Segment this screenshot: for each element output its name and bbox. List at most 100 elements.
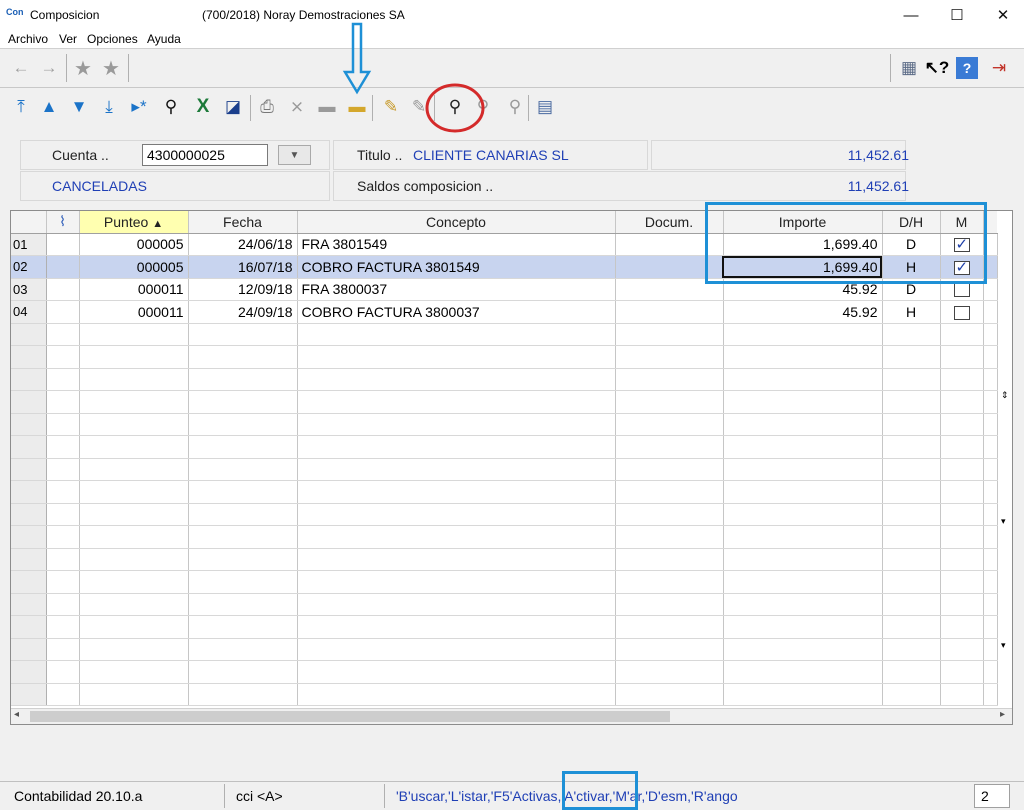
empty-cell xyxy=(188,480,298,504)
scrollbar-thumb[interactable] xyxy=(30,711,670,722)
punteo-cell[interactable]: 000005 xyxy=(79,255,189,279)
punteo-cell[interactable]: 000011 xyxy=(79,300,189,324)
favorites-list-icon[interactable]: ★ xyxy=(98,55,124,81)
titulo-label: Titulo .. xyxy=(357,147,403,163)
attachment-cell[interactable] xyxy=(46,278,80,301)
empty-cell xyxy=(983,323,998,346)
empty-cell xyxy=(940,503,984,526)
concepto-cell[interactable]: COBRO FACTURA 3800037 xyxy=(297,300,616,324)
help-icon[interactable]: ? xyxy=(956,57,978,79)
fecha-cell[interactable]: 16/07/18 xyxy=(188,255,298,279)
dh-cell[interactable]: H xyxy=(882,300,941,324)
empty-cell xyxy=(615,548,724,571)
empty-cell xyxy=(297,660,616,684)
attachment-cell[interactable] xyxy=(46,300,80,324)
previous-record-icon[interactable]: ▲ xyxy=(36,94,62,120)
excel-export-icon[interactable]: X xyxy=(190,94,216,120)
edit-note-icon[interactable]: ✎ xyxy=(378,94,404,120)
row-number[interactable]: 03 xyxy=(11,278,47,301)
status-user: cci <A> xyxy=(236,788,283,804)
context-help-icon[interactable]: ↖? xyxy=(924,55,950,81)
m-cell[interactable] xyxy=(940,300,984,324)
back-arrow-icon[interactable]: ← xyxy=(8,55,34,81)
punteo-cell[interactable]: 000005 xyxy=(79,233,189,256)
concepto-cell[interactable]: COBRO FACTURA 3801549 xyxy=(297,255,616,279)
favorite-star-icon[interactable]: ★ xyxy=(70,55,96,81)
concepto-cell[interactable]: FRA 3801549 xyxy=(297,233,616,256)
row-number xyxy=(11,390,47,414)
delete-icon[interactable]: ⨯ xyxy=(284,94,310,120)
maximize-button[interactable]: ☐ xyxy=(934,0,980,30)
empty-cell xyxy=(723,390,883,414)
print-icon[interactable]: ⎙ xyxy=(254,94,280,120)
docum-cell[interactable] xyxy=(615,300,724,324)
empty-cell xyxy=(188,503,298,526)
empty-row xyxy=(11,503,998,526)
preview-icon[interactable]: ▤ xyxy=(532,94,558,120)
minimize-button[interactable]: — xyxy=(888,0,934,30)
folder-closed-icon[interactable]: ▬ xyxy=(314,94,340,120)
mark-checkbox[interactable] xyxy=(953,305,970,320)
cuenta-dropdown-icon[interactable]: ▼ xyxy=(278,145,311,165)
fecha-cell[interactable]: 12/09/18 xyxy=(188,278,298,301)
next-record-icon[interactable]: ▼ xyxy=(66,94,92,120)
cuenta-input[interactable]: 4300000025 xyxy=(142,144,268,166)
menu-ver[interactable]: Ver xyxy=(59,32,77,46)
concepto-cell[interactable]: FRA 3800037 xyxy=(297,278,616,301)
concepto-header[interactable]: Concepto xyxy=(297,211,616,234)
last-record-icon[interactable]: ⤓ xyxy=(96,94,122,120)
window-company: (700/2018) Noray Demostraciones SA xyxy=(202,8,405,22)
menu-ayuda[interactable]: Ayuda xyxy=(147,32,181,46)
row-number[interactable]: 02 xyxy=(11,255,47,279)
row-number xyxy=(11,345,47,369)
mark-checkbox[interactable] xyxy=(953,283,970,298)
menu-opciones[interactable]: Opciones xyxy=(87,32,138,46)
fecha-header[interactable]: Fecha xyxy=(188,211,298,234)
empty-cell xyxy=(297,525,616,549)
close-button[interactable]: ✕ xyxy=(980,0,1024,30)
menu-archivo[interactable]: Archivo xyxy=(8,32,48,46)
empty-cell xyxy=(940,413,984,436)
attachment-cell[interactable] xyxy=(46,255,80,279)
binoculars-search-icon[interactable]: ⚲ xyxy=(158,94,184,120)
scroll-marker-icon[interactable]: ▾ xyxy=(1001,516,1006,527)
empty-cell xyxy=(46,503,80,526)
empty-cell xyxy=(188,323,298,346)
empty-cell xyxy=(188,570,298,594)
attachment-cell[interactable] xyxy=(46,233,80,256)
punteo-cell[interactable]: 000011 xyxy=(79,278,189,301)
row-number[interactable]: 04 xyxy=(11,300,47,324)
empty-cell xyxy=(79,503,189,526)
importe-cell[interactable]: 45.92 xyxy=(723,300,883,324)
toolbar-separator xyxy=(372,95,373,121)
empty-row xyxy=(11,593,998,616)
empty-cell xyxy=(882,638,941,661)
empty-cell xyxy=(615,435,724,459)
fecha-cell[interactable]: 24/09/18 xyxy=(188,300,298,324)
scroll-marker-icon[interactable]: ▾ xyxy=(1001,640,1006,651)
scroll-gutter xyxy=(983,300,998,324)
table-row[interactable]: 04 000011 24/09/18 COBRO FACTURA 3800037 45.… xyxy=(11,300,998,324)
fecha-cell[interactable]: 24/06/18 xyxy=(188,233,298,256)
new-record-icon[interactable]: ▸* xyxy=(126,94,152,120)
import-icon[interactable]: ◪ xyxy=(220,94,246,120)
punteo-header[interactable]: Punteo ▲ xyxy=(79,211,189,234)
saldos-label: Saldos composicion .. xyxy=(357,178,494,194)
empty-cell xyxy=(983,525,998,549)
first-record-icon[interactable]: ⤒ xyxy=(8,94,34,120)
row-number[interactable]: 01 xyxy=(11,233,47,256)
empty-cell xyxy=(983,390,998,414)
empty-row xyxy=(11,458,998,481)
folder-open-icon[interactable]: ▬ xyxy=(344,94,370,120)
scroll-left-icon[interactable]: ◂ xyxy=(14,709,19,720)
empty-cell xyxy=(723,323,883,346)
scroll-right-icon[interactable]: ▸ xyxy=(1000,709,1005,720)
search-clear-icon[interactable]: ⚲ xyxy=(502,94,528,120)
empty-cell xyxy=(940,368,984,391)
calculator-icon[interactable]: ▦ xyxy=(896,55,922,81)
attachment-header[interactable]: ⌇ xyxy=(46,211,80,234)
forward-arrow-icon[interactable]: → xyxy=(36,55,62,81)
empty-row xyxy=(11,368,998,391)
scroll-marker-icon[interactable]: ⇕ xyxy=(1001,390,1009,401)
exit-door-icon[interactable]: ⇥ xyxy=(986,55,1012,81)
